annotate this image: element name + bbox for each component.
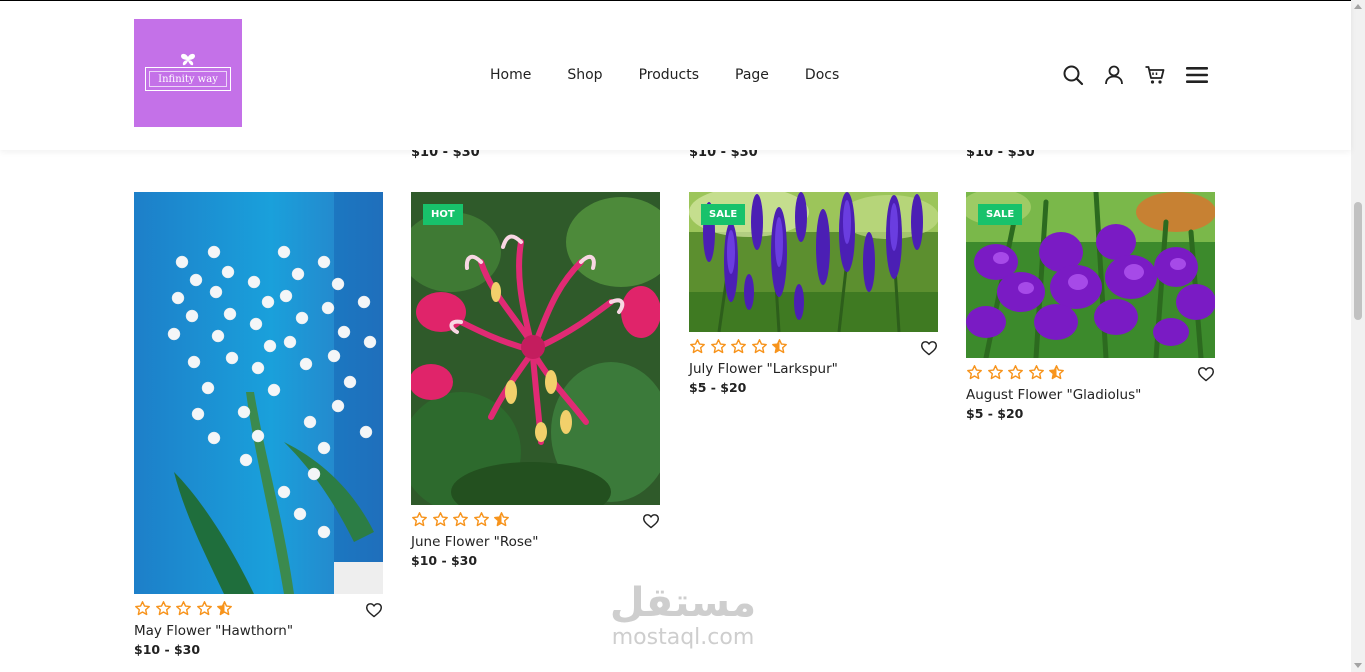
star-half-icon bbox=[217, 601, 232, 616]
nav-shop[interactable]: Shop bbox=[567, 67, 602, 83]
star-half-icon bbox=[494, 512, 509, 527]
product-title[interactable]: July Flower "Larkspur" bbox=[689, 360, 938, 378]
product-price: $5 - $20 bbox=[966, 406, 1024, 421]
star-rating bbox=[966, 364, 1069, 381]
star-outline-icon bbox=[987, 365, 1003, 380]
star-outline-icon bbox=[432, 512, 448, 527]
scroll-down-arrow-icon[interactable] bbox=[1354, 663, 1362, 668]
product-card-june[interactable]: HOT June Flower "Rose" $10 - $30 bbox=[411, 192, 660, 571]
product-card-august[interactable]: SALE August Flower "Gladiolus" $5 - $20 bbox=[966, 192, 1215, 424]
nav-page[interactable]: Page bbox=[735, 67, 769, 83]
star-outline-icon bbox=[751, 339, 767, 354]
star-outline-icon bbox=[1028, 365, 1044, 380]
wishlist-heart-icon[interactable] bbox=[920, 340, 938, 356]
product-price: $10 - $30 bbox=[411, 553, 478, 568]
product-image-may[interactable] bbox=[134, 192, 383, 594]
site-header: Infinity way Home Shop Products Page Doc… bbox=[0, 1, 1351, 150]
page-scrollbar[interactable] bbox=[1351, 0, 1365, 672]
wishlist-heart-icon[interactable] bbox=[642, 513, 660, 529]
star-outline-icon bbox=[176, 601, 191, 616]
product-price: $10 - $30 bbox=[134, 642, 201, 657]
watermark: مستقل mostaql.com bbox=[598, 580, 768, 650]
star-outline-icon bbox=[412, 512, 427, 527]
search-icon[interactable] bbox=[1062, 64, 1084, 86]
star-outline-icon bbox=[453, 512, 468, 527]
star-half-icon bbox=[1049, 365, 1064, 380]
star-outline-icon bbox=[196, 601, 212, 616]
product-title[interactable]: May Flower "Hawthorn" bbox=[134, 622, 383, 640]
logo-frame: Infinity way bbox=[145, 67, 231, 91]
wishlist-heart-icon[interactable] bbox=[1197, 366, 1215, 382]
star-outline-icon bbox=[1008, 365, 1023, 380]
product-card-july[interactable]: SALE July Flower "Larkspur" $5 - $20 bbox=[689, 192, 938, 398]
nav-docs[interactable]: Docs bbox=[805, 67, 839, 83]
product-image-august[interactable]: SALE bbox=[966, 192, 1215, 358]
star-rating bbox=[134, 600, 237, 617]
scrollbar-thumb[interactable] bbox=[1354, 202, 1362, 320]
nav-products[interactable]: Products bbox=[639, 67, 699, 83]
product-image-july[interactable]: SALE bbox=[689, 192, 938, 332]
rating-row bbox=[411, 507, 660, 533]
product-image-june[interactable]: HOT bbox=[411, 192, 660, 505]
watermark-latin: mostaql.com bbox=[611, 625, 755, 650]
rating-row bbox=[134, 596, 383, 622]
wishlist-heart-icon[interactable] bbox=[365, 602, 383, 618]
header-actions bbox=[1062, 64, 1226, 86]
star-outline-icon bbox=[967, 365, 982, 380]
menu-icon[interactable] bbox=[1185, 64, 1208, 86]
star-outline-icon bbox=[690, 339, 705, 354]
product-card-may[interactable]: May Flower "Hawthorn" $10 - $30 bbox=[134, 192, 383, 660]
sale-badge: SALE bbox=[978, 204, 1023, 225]
brand-logo[interactable]: Infinity way bbox=[134, 19, 242, 127]
watermark-arabic: مستقل bbox=[609, 580, 757, 626]
product-title[interactable]: June Flower "Rose" bbox=[411, 533, 660, 551]
rating-row bbox=[966, 360, 1215, 386]
star-outline-icon bbox=[135, 601, 150, 616]
star-half-icon bbox=[772, 339, 787, 354]
scroll-up-arrow-icon[interactable] bbox=[1354, 4, 1362, 9]
product-title[interactable]: August Flower "Gladiolus" bbox=[966, 386, 1215, 404]
nav-home[interactable]: Home bbox=[490, 67, 531, 83]
star-outline-icon bbox=[473, 512, 489, 527]
star-outline-icon bbox=[710, 339, 726, 354]
cart-icon[interactable] bbox=[1144, 64, 1166, 86]
product-price: $5 - $20 bbox=[689, 380, 747, 395]
rating-row bbox=[689, 334, 938, 360]
star-rating bbox=[411, 511, 514, 528]
main-nav: Home Shop Products Page Docs bbox=[490, 67, 875, 83]
user-icon[interactable] bbox=[1103, 64, 1125, 86]
star-outline-icon bbox=[155, 601, 171, 616]
logo-text: Infinity way bbox=[158, 73, 218, 85]
star-rating bbox=[689, 338, 792, 355]
sale-badge: SALE bbox=[701, 204, 746, 225]
hot-badge: HOT bbox=[423, 204, 463, 225]
star-outline-icon bbox=[731, 339, 746, 354]
